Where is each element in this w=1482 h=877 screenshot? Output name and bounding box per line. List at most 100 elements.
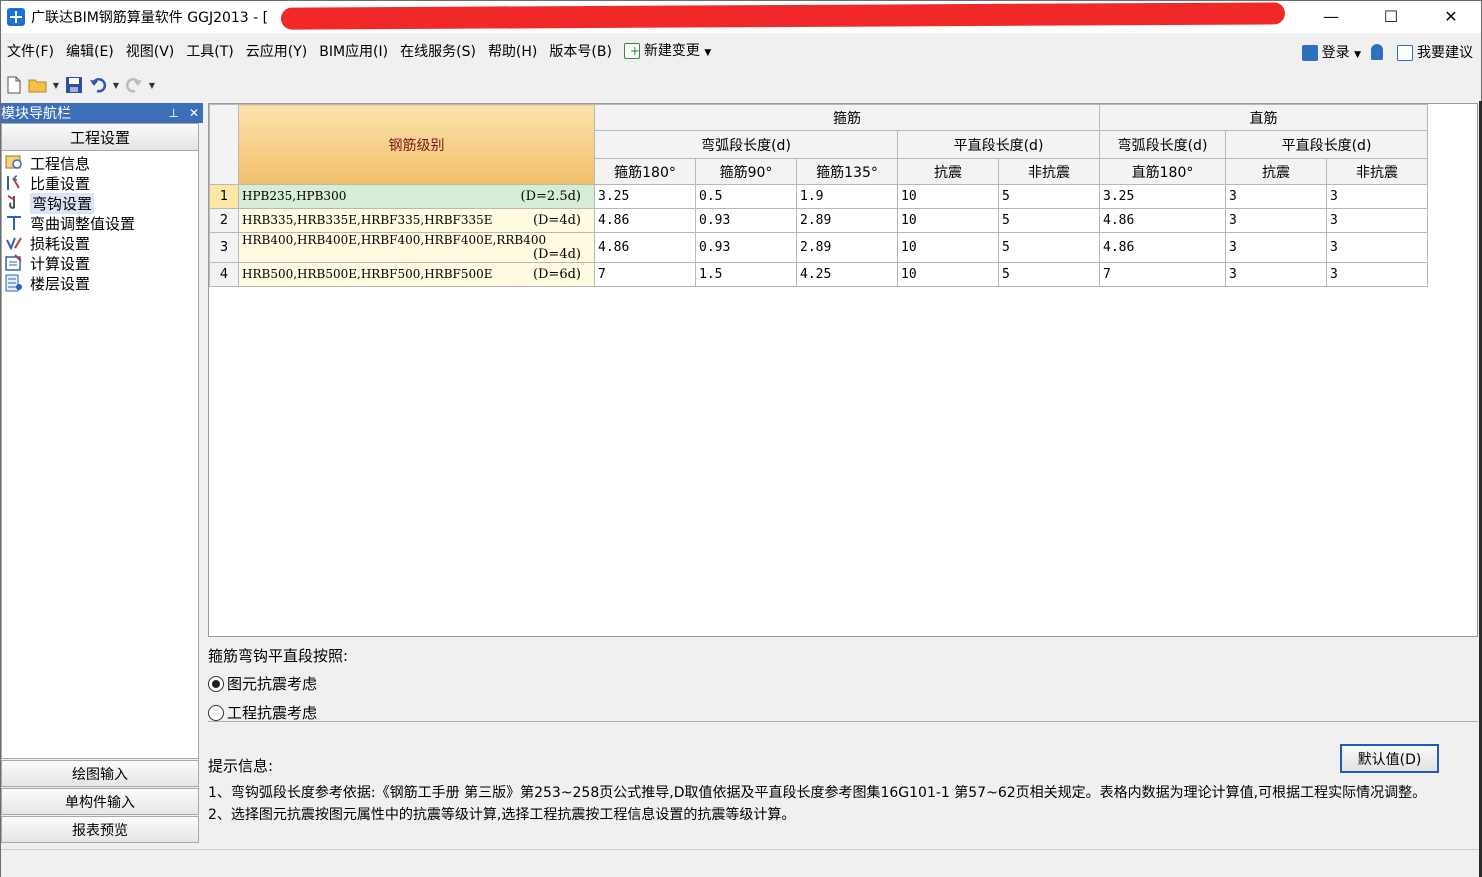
cell-stirrup-seismic[interactable]: 10 — [897, 208, 999, 233]
cell-stirrup-nonseismic[interactable]: 5 — [998, 232, 1100, 263]
undo-button[interactable] — [87, 74, 109, 96]
cell-stirrup-seismic[interactable]: 10 — [897, 184, 999, 209]
section-single-component-input[interactable]: 单构件输入 — [1, 788, 199, 815]
cell-stirrup-nonseismic[interactable]: 5 — [998, 184, 1100, 209]
cell-straight-seismic[interactable]: 3 — [1225, 208, 1327, 233]
nav-item-bend-adjust[interactable]: 弯曲调整值设置 — [2, 213, 198, 233]
menu-edit[interactable]: 编辑(E) — [60, 37, 120, 67]
status-bar — [1, 849, 1481, 877]
chevron-down-icon[interactable]: ▼ — [147, 81, 157, 90]
cell-straight-seismic[interactable]: 3 — [1225, 184, 1327, 209]
cell-stirrup-180[interactable]: 7 — [594, 262, 696, 287]
nav-item-calc-settings[interactable]: 计算设置 — [2, 253, 198, 273]
section-project-settings[interactable]: 工程设置 — [1, 123, 199, 151]
table-row[interactable]: 3 HRB400,HRB400E,HRBF400,HRBF400E,RRB400… — [209, 232, 1428, 263]
suggest-label: 我要建议 — [1417, 45, 1473, 61]
cell-stirrup-135[interactable]: 2.89 — [796, 208, 898, 233]
cell-stirrup-180[interactable]: 4.86 — [594, 208, 696, 233]
section-drawing-input[interactable]: 绘图输入 — [1, 760, 199, 787]
loss-icon — [5, 234, 25, 252]
nav-item-label: 计算设置 — [30, 254, 91, 273]
nav-item-project-info[interactable]: 工程信息 — [2, 153, 198, 173]
cell-stirrup-nonseismic[interactable]: 5 — [998, 208, 1100, 233]
cell-stirrup-135[interactable]: 1.9 — [796, 184, 898, 209]
hint-line-1: 1、弯钩弧段长度参考依据:《钢筋工手册 第三版》第253~258页公式推导,D取… — [208, 785, 1427, 801]
menu-right-group: 登录 ▼ 我要建议 — [1301, 37, 1473, 67]
cell-straight-nonseismic[interactable]: 3 — [1326, 262, 1428, 287]
grade-diameter: (D=2.5d) — [520, 189, 581, 204]
cell-straight-180[interactable]: 3.25 — [1099, 184, 1226, 209]
cell-stirrup-135[interactable]: 2.89 — [796, 232, 898, 263]
cell-straight-seismic[interactable]: 3 — [1225, 262, 1327, 287]
menu-file[interactable]: 文件(F) — [1, 37, 60, 67]
nav-item-density[interactable]: 比重设置 — [2, 173, 198, 193]
radio-element-seismic[interactable]: 图元抗震考虑 — [208, 673, 317, 694]
save-button[interactable] — [63, 74, 85, 96]
chevron-down-icon[interactable]: ▼ — [51, 81, 61, 90]
table-row[interactable]: 1 HPB235,HPB300 (D=2.5d) 3.25 0.5 1.9 10 … — [209, 184, 1428, 209]
new-change-icon: + — [623, 43, 640, 59]
menu-bim[interactable]: BIM应用(I) — [313, 37, 394, 67]
menu-version[interactable]: 版本号(B) — [543, 37, 618, 67]
menu-new-change[interactable]: + 新建变更 ▼ — [618, 36, 717, 68]
redo-button[interactable] — [123, 74, 145, 96]
menu-cloud[interactable]: 云应用(Y) — [240, 37, 313, 67]
cell-straight-nonseismic[interactable]: 3 — [1326, 184, 1428, 209]
cell-stirrup-seismic[interactable]: 10 — [897, 262, 999, 287]
nav-item-loss-settings[interactable]: 损耗设置 — [2, 233, 198, 253]
cell-straight-seismic[interactable]: 3 — [1225, 232, 1327, 263]
radio-button[interactable] — [208, 704, 224, 721]
cell-stirrup-135[interactable]: 4.25 — [796, 262, 898, 287]
cell-stirrup-90[interactable]: 1.5 — [695, 262, 797, 287]
col-header-straight-nonseismic: 非抗震 — [1326, 158, 1428, 185]
menu-view[interactable]: 视图(V) — [120, 37, 181, 67]
menu-online[interactable]: 在线服务(S) — [394, 37, 482, 67]
grade-cell: HRB335,HRB335E,HRBF335,HRBF335E (D=4d) — [238, 208, 595, 233]
cell-stirrup-180[interactable]: 4.86 — [594, 232, 696, 263]
cell-stirrup-90[interactable]: 0.93 — [695, 208, 797, 233]
nav-item-hook-settings[interactable]: 弯钩设置 — [2, 192, 198, 214]
menu-help[interactable]: 帮助(H) — [482, 37, 543, 67]
close-icon[interactable]: ✕ — [189, 106, 199, 120]
project-info-icon — [5, 154, 25, 172]
cell-straight-180[interactable]: 4.86 — [1099, 232, 1226, 263]
minimize-button[interactable]: — — [1301, 1, 1361, 31]
cell-stirrup-90[interactable]: 0.93 — [695, 232, 797, 263]
cell-straight-nonseismic[interactable]: 3 — [1326, 232, 1428, 263]
close-button[interactable]: ✕ — [1421, 1, 1481, 31]
suggest-button[interactable]: 我要建议 — [1397, 42, 1473, 62]
module-nav-title: 模块导航栏 — [1, 106, 71, 122]
cell-stirrup-nonseismic[interactable]: 5 — [998, 262, 1100, 287]
default-value-button[interactable]: 默认值(D) — [1340, 744, 1439, 773]
bell-icon[interactable] — [1371, 44, 1383, 60]
undo-icon — [90, 78, 107, 93]
title-bar: 广联达BIM钢筋算量软件 GGJ2013 - [ — ☐ ✕ — [1, 1, 1481, 33]
options-title: 箍筋弯钩平直段按照: — [208, 647, 349, 665]
cell-straight-180[interactable]: 4.86 — [1099, 208, 1226, 233]
col-header-stirrup-135: 箍筋135° — [796, 158, 898, 185]
cell-stirrup-180[interactable]: 3.25 — [594, 184, 696, 209]
window-controls: — ☐ ✕ — [1301, 1, 1481, 31]
nav-item-floor-settings[interactable]: 楼层设置 — [2, 273, 198, 293]
table-row[interactable]: 2 HRB335,HRB335E,HRBF335,HRBF335E (D=4d) … — [209, 208, 1428, 233]
radio-button-checked[interactable] — [208, 675, 224, 692]
cell-straight-180[interactable]: 7 — [1099, 262, 1226, 287]
menu-tools[interactable]: 工具(T) — [180, 37, 239, 67]
app-window: 广联达BIM钢筋算量软件 GGJ2013 - [ — ☐ ✕ 文件(F) 编辑(… — [0, 0, 1482, 877]
cell-stirrup-90[interactable]: 0.5 — [695, 184, 797, 209]
grade-name: HPB235,HPB300 — [242, 189, 347, 203]
col-header-stirrup-90: 箍筋90° — [695, 158, 797, 185]
open-folder-button[interactable] — [27, 74, 49, 96]
cell-straight-nonseismic[interactable]: 3 — [1326, 208, 1428, 233]
col-header-grade: 钢筋级别 — [238, 104, 595, 185]
section-report-preview[interactable]: 报表预览 — [1, 816, 199, 843]
table-row[interactable]: 4 HRB500,HRB500E,HRBF500,HRBF500E (D=6d) … — [209, 262, 1428, 287]
chevron-down-icon[interactable]: ▼ — [111, 81, 121, 90]
radio-project-seismic[interactable]: 工程抗震考虑 — [208, 702, 317, 723]
cell-stirrup-seismic[interactable]: 10 — [897, 232, 999, 263]
hook-settings-grid: 钢筋级别 箍筋 直筋 弯弧段长度(d) 平直段长度(d) 弯弧段长度(d) 平直… — [208, 103, 1478, 637]
new-file-button[interactable] — [3, 74, 25, 96]
maximize-button[interactable]: ☐ — [1361, 1, 1421, 31]
login-button[interactable]: 登录 ▼ — [1301, 42, 1361, 62]
pin-icon[interactable]: ⊥ — [168, 106, 178, 120]
